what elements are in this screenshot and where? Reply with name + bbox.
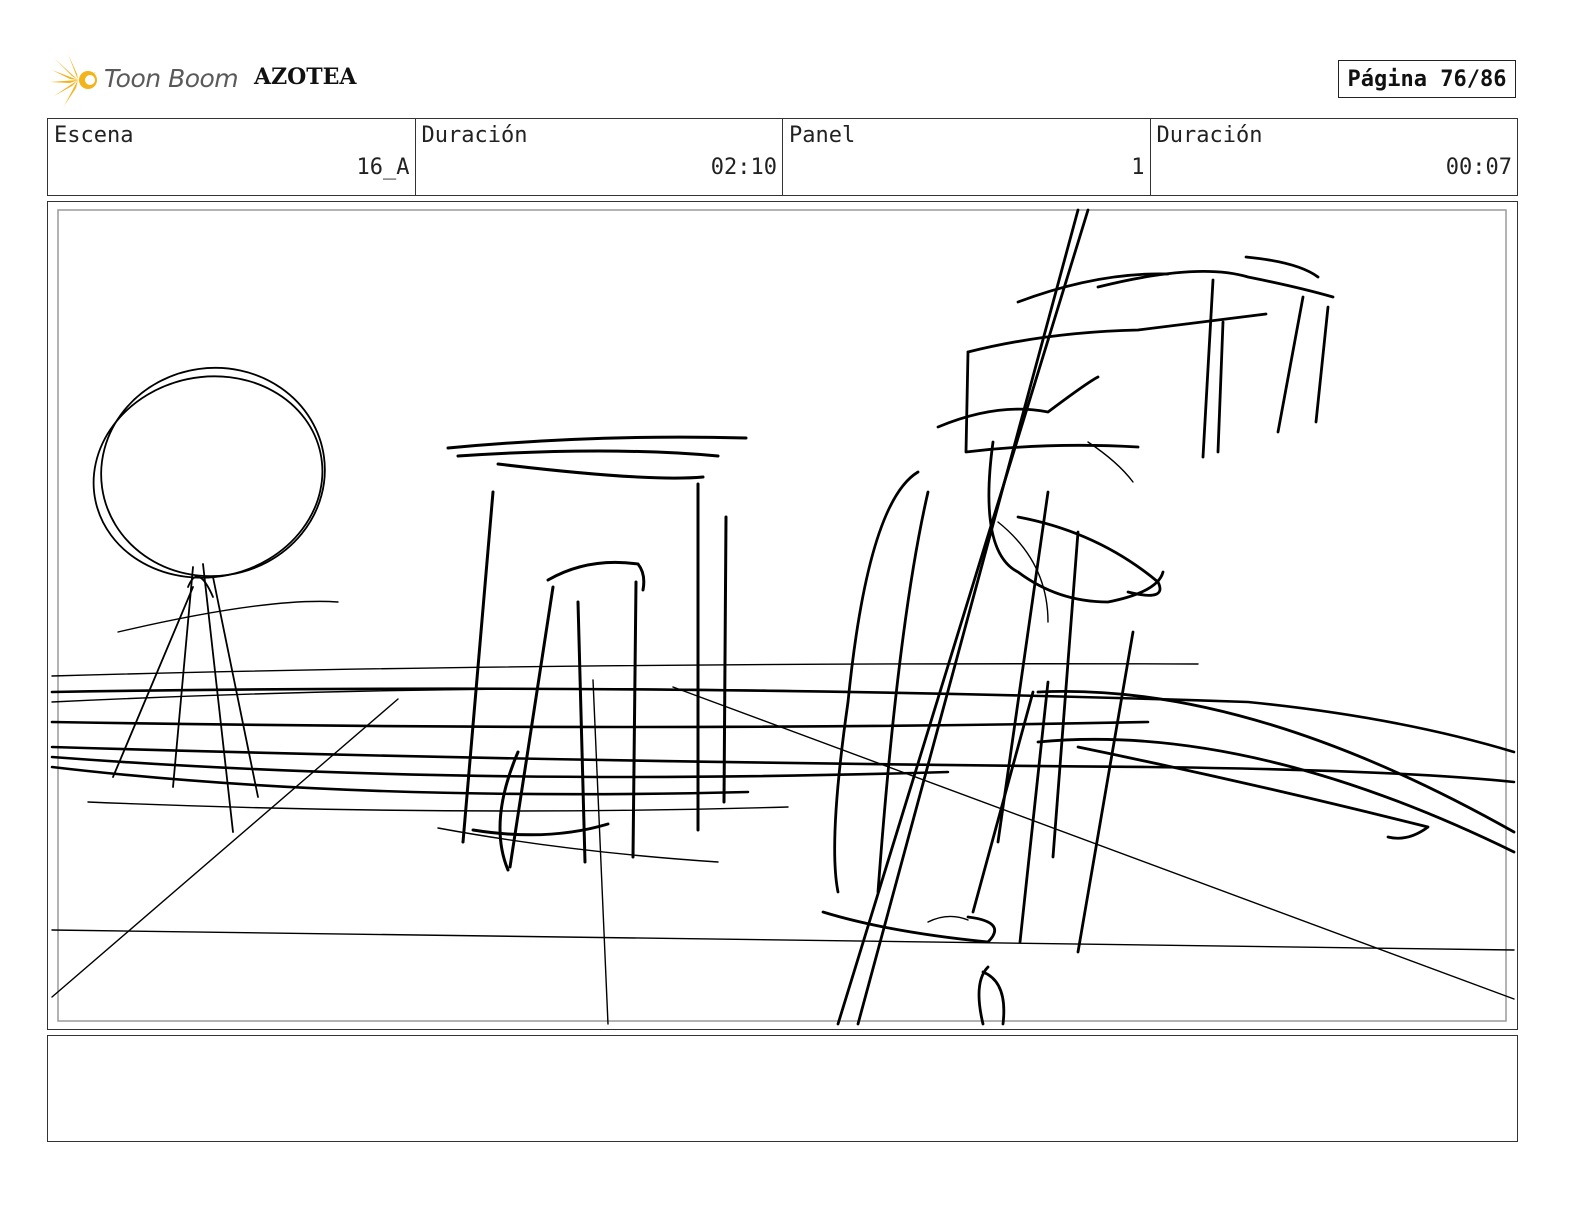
panel-cell: Panel 1 — [783, 119, 1151, 195]
panel-duration-value: 00:07 — [1445, 155, 1512, 180]
scene-value: 16_A — [356, 155, 410, 180]
panel-duration-label: Duración — [1156, 123, 1263, 148]
scene-label: Escena — [54, 123, 134, 148]
panel-label: Panel — [789, 123, 856, 148]
panel-value: 1 — [1131, 155, 1145, 180]
brand-name: Toon Boom — [104, 64, 239, 93]
scene-cell: Escena 16_A — [48, 119, 416, 195]
notes-box — [47, 1035, 1518, 1142]
star-burst-icon — [50, 54, 97, 106]
scene-info-row: Escena 16_A Duración 02:10 Panel 1 Durac… — [47, 118, 1518, 196]
sketch-drawing — [50, 208, 1516, 1026]
toon-boom-logo: Toon Boom — [50, 52, 240, 108]
scene-duration-label: Duración — [421, 123, 528, 148]
scene-duration-value: 02:10 — [710, 155, 777, 180]
storyboard-panel — [47, 201, 1518, 1030]
page-indicator: Página 76/86 — [1338, 60, 1516, 98]
panel-duration-cell: Duración 00:07 — [1151, 119, 1518, 195]
scene-duration-cell: Duración 02:10 — [416, 119, 783, 195]
project-title: AZOTEA — [254, 64, 357, 90]
